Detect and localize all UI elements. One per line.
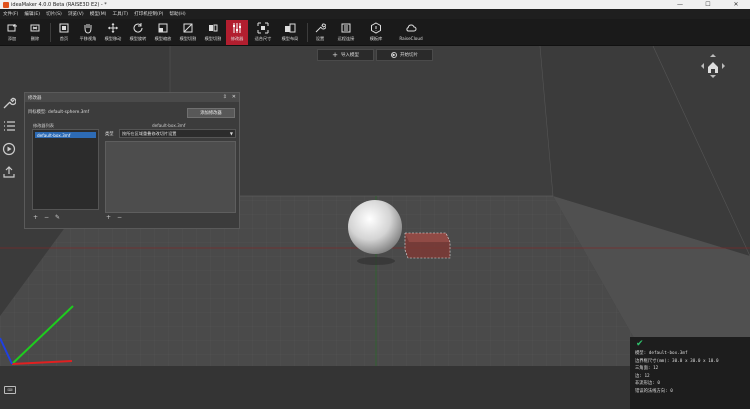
info-edges: 边: 12 bbox=[635, 373, 650, 379]
nav-up-arrow-icon bbox=[710, 54, 716, 57]
sphere-model bbox=[348, 200, 402, 254]
menu-model[interactable]: 模型(M) bbox=[90, 11, 107, 17]
start-slice-button[interactable]: ▶ 开始切片 bbox=[376, 49, 433, 61]
play-icon: ▶ bbox=[391, 52, 397, 58]
nav-left-arrow-icon bbox=[701, 63, 704, 69]
type-select[interactable]: 按所在区域重叠修改切片设置 ▼ bbox=[119, 129, 236, 138]
minimize-button[interactable]: — bbox=[666, 0, 694, 9]
info-triangles: 三角面: 12 bbox=[635, 366, 659, 372]
rotate-icon bbox=[133, 23, 143, 33]
raisecloud-button[interactable]: RaiseCloud bbox=[396, 20, 426, 45]
fit-size-icon bbox=[257, 22, 269, 34]
check-icon: ✔ bbox=[636, 339, 644, 349]
fit-size-button[interactable]: 适合尺寸 bbox=[251, 20, 275, 45]
toolbar-separator bbox=[307, 23, 308, 42]
settings-actions: + − bbox=[105, 214, 123, 221]
cloud-icon bbox=[406, 24, 417, 32]
remote-connection-button[interactable]: 远程连接 bbox=[334, 20, 358, 45]
template-icon bbox=[371, 22, 381, 34]
remote-icon bbox=[341, 23, 351, 33]
add-item-icon[interactable]: + bbox=[32, 214, 39, 221]
home-icon bbox=[59, 23, 69, 33]
upload-icon[interactable] bbox=[2, 165, 16, 179]
remove-item-icon[interactable]: − bbox=[43, 214, 50, 221]
nav-down-arrow-icon bbox=[710, 75, 716, 78]
modifier-list[interactable]: default-box.3mf bbox=[32, 129, 99, 210]
add-setting-icon[interactable]: + bbox=[105, 214, 112, 221]
scale-icon bbox=[158, 23, 168, 33]
scale-model-button[interactable]: 模型缩放 bbox=[151, 20, 175, 45]
add-model-button[interactable]: 添加 bbox=[1, 20, 23, 45]
layout-icon bbox=[285, 23, 296, 33]
toolbar-separator bbox=[50, 23, 51, 42]
panel-title: 修改器 bbox=[28, 95, 42, 101]
panel-header: 修改器 ⇳ ✕ bbox=[25, 93, 239, 102]
type-label: 类型 bbox=[105, 132, 114, 137]
app-logo-icon bbox=[3, 1, 9, 8]
target-model-label: 目标模型: default-sphere.3mf bbox=[28, 110, 90, 115]
menu-printer-control[interactable]: 打印机控制(P) bbox=[134, 11, 163, 17]
remove-setting-icon[interactable]: − bbox=[116, 214, 123, 221]
info-model-name: 模型: default-box.3mf bbox=[635, 351, 688, 356]
edit-item-icon[interactable]: ✎ bbox=[54, 214, 61, 221]
nav-right-arrow-icon bbox=[722, 63, 725, 69]
home-view-button[interactable]: 首页 bbox=[53, 20, 75, 45]
menu-file[interactable]: 文件(F) bbox=[3, 11, 18, 17]
home-view-icon bbox=[708, 62, 718, 73]
wrench-icon[interactable] bbox=[2, 96, 16, 110]
window-title: ideaMaker 4.0.0 Beta (RAISE3D E2) - * bbox=[11, 1, 107, 8]
play-circle-icon[interactable] bbox=[2, 142, 16, 156]
delete-button[interactable]: 删除 bbox=[24, 20, 46, 45]
close-window-button[interactable]: ✕ bbox=[722, 0, 750, 9]
add-modifier-button[interactable]: 添加修改器 bbox=[187, 108, 235, 118]
import-model-button[interactable]: + 导入模型 bbox=[317, 49, 374, 61]
menu-edit[interactable]: 编辑(E) bbox=[24, 11, 40, 17]
menu-slice[interactable]: 切片(S) bbox=[46, 11, 62, 17]
move-model-button[interactable]: 模型移动 bbox=[101, 20, 125, 45]
template-library-button[interactable]: 模板库 bbox=[364, 20, 388, 45]
info-nonmanifold-edges: 非流形边: 0 bbox=[635, 381, 660, 387]
pin-icon[interactable]: ⇳ bbox=[223, 94, 227, 100]
list-icon[interactable] bbox=[2, 119, 16, 133]
menu-help[interactable]: 帮助(H) bbox=[169, 11, 185, 17]
title-bar: ideaMaker 4.0.0 Beta (RAISE3D E2) - * — … bbox=[0, 0, 750, 9]
settings-button[interactable]: 设置 bbox=[309, 20, 331, 45]
modifier-button[interactable]: 修改器 bbox=[226, 20, 248, 45]
settings-icon bbox=[315, 23, 326, 33]
modifier-settings-area bbox=[105, 141, 236, 213]
cut-model-button[interactable]: 模型切割 bbox=[176, 20, 200, 45]
main-toolbar: 添加 删除 首页 平移视角 模型移动 模型旋转 模型缩放 模型切割 模型切割 修… bbox=[0, 19, 750, 46]
list-item[interactable]: default-box.3mf bbox=[35, 132, 96, 138]
info-bounding-box: 边界框尺寸(mm): 30.0 x 30.0 x 10.0 bbox=[635, 358, 719, 364]
menu-tools[interactable]: 工具(T) bbox=[112, 11, 128, 17]
maximize-button[interactable]: ☐ bbox=[694, 0, 722, 9]
rotate-model-button[interactable]: 模型旋转 bbox=[126, 20, 150, 45]
modifier-panel: 修改器 ⇳ ✕ 目标模型: default-sphere.3mf 添加修改器 修… bbox=[24, 92, 240, 229]
move-icon bbox=[108, 23, 118, 33]
delete-icon bbox=[30, 24, 40, 32]
split-model-button[interactable]: 模型切割 bbox=[201, 20, 225, 45]
dropdown-arrow-icon: ▼ bbox=[229, 131, 233, 136]
pan-hand-icon bbox=[84, 24, 92, 34]
left-sidebar bbox=[2, 96, 18, 188]
pan-view-button[interactable]: 平移视角 bbox=[76, 20, 100, 45]
cut-icon bbox=[183, 23, 193, 33]
model-layout-button[interactable]: 模型布局 bbox=[276, 20, 304, 45]
modifier-name-header: default-box.3mf bbox=[152, 123, 186, 128]
info-bad-normals: 错误的法线方向: 0 bbox=[635, 388, 673, 394]
add-model-icon bbox=[7, 24, 17, 32]
menu-bar: 文件(F) 编辑(E) 切片(S) 浏览(V) 模型(M) 工具(T) 打印机控… bbox=[0, 9, 750, 19]
view-navigation-cube[interactable] bbox=[700, 53, 726, 79]
keyboard-icon[interactable]: ⌨ bbox=[4, 386, 16, 394]
panel-close-icon[interactable]: ✕ bbox=[232, 94, 236, 100]
list-actions: + − ✎ bbox=[32, 214, 61, 221]
split-icon bbox=[209, 24, 218, 32]
menu-view[interactable]: 浏览(V) bbox=[68, 11, 84, 17]
plus-icon: + bbox=[332, 51, 338, 59]
model-info-panel: ✔ 模型: default-box.3mf 边界框尺寸(mm): 30.0 x … bbox=[630, 337, 750, 409]
modifier-icon bbox=[233, 23, 241, 33]
